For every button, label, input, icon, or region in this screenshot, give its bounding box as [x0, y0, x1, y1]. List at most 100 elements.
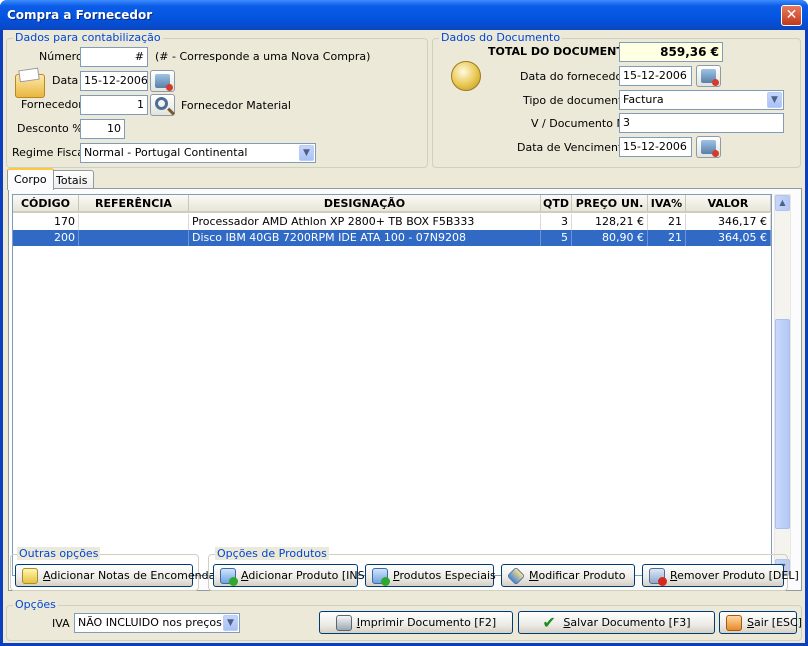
close-button[interactable]: ✕	[781, 5, 802, 26]
cell-codigo: 170	[13, 214, 79, 230]
fornecedor-label: Fornecedor	[21, 98, 83, 111]
opcoes-group: Opções IVA NÃO INCLUIDO nos preços ▼ Imp…	[6, 598, 802, 641]
iva-select[interactable]: NÃO INCLUIDO nos preços ▼	[74, 613, 240, 633]
regime-select[interactable]: Normal - Portugal Continental ▼	[80, 143, 316, 163]
add-product-label: Adicionar Produto [INS]	[241, 569, 369, 582]
close-icon: ✕	[785, 7, 798, 23]
cell-referencia	[79, 214, 189, 230]
contab-group-title: Dados para contabilização	[13, 31, 163, 44]
tipo-value: Factura	[623, 93, 664, 106]
cell-qtd: 5	[541, 230, 572, 246]
tab-totais-label: Totais	[56, 174, 88, 187]
data-fornecedor-label: Data do fornecedor	[520, 70, 627, 83]
chevron-down-icon[interactable]: ▼	[767, 92, 782, 108]
cell-valor: 346,17 €	[686, 214, 771, 230]
data-fornecedor-field[interactable]: 15-12-2006	[619, 66, 692, 86]
col-referencia-header[interactable]: REFERÊNCIA	[79, 195, 189, 213]
regime-value: Normal - Portugal Continental	[84, 146, 248, 159]
total-value: 859,36 €	[619, 42, 723, 62]
save-button[interactable]: ✔ Salvar Documento [F3]	[518, 611, 715, 634]
chevron-down-icon[interactable]: ▼	[299, 145, 314, 161]
table-row-selected[interactable]: 200 Disco IBM 40GB 7200RPM IDE ATA 100 -…	[13, 230, 771, 246]
cell-valor: 364,05 €	[686, 230, 771, 246]
fornecedor-field[interactable]: 1	[80, 95, 148, 115]
vencimento-field[interactable]: 15-12-2006	[619, 137, 692, 157]
col-valor-header[interactable]: VALOR	[686, 195, 771, 213]
scroll-thumb[interactable]	[775, 319, 790, 529]
exit-button[interactable]: Sair [ESC]	[719, 611, 802, 634]
tab-corpo[interactable]: Corpo	[7, 168, 54, 190]
euro-coin-icon	[451, 61, 481, 91]
add-notes-label: Adicionar Notas de Encomenda	[43, 569, 216, 582]
title-bar[interactable]: Compra a Fornecedor ✕	[0, 0, 808, 30]
data-label: Data	[52, 74, 79, 87]
cell-designacao: Disco IBM 40GB 7200RPM IDE ATA 100 - 07N…	[189, 230, 541, 246]
total-label: TOTAL DO DOCUMENTO	[488, 45, 634, 58]
remove-product-icon	[649, 567, 667, 586]
exit-icon	[726, 614, 742, 631]
modify-product-label: Modificar Produto	[529, 569, 626, 582]
col-preco-header[interactable]: PREÇO UN.	[572, 195, 648, 213]
checkmark-icon: ✔	[542, 612, 556, 632]
data-fornecedor-calendar-button[interactable]	[696, 65, 721, 87]
cell-preco: 80,90 €	[572, 230, 648, 246]
print-label: Imprimir Documento [F2]	[356, 616, 497, 629]
produtos-group: Opções de Produtos Adicionar Produto [IN…	[208, 547, 799, 591]
calendar-icon	[701, 140, 719, 157]
exit-label: Sair [ESC]	[747, 616, 802, 629]
tipo-select[interactable]: Factura ▼	[619, 90, 784, 110]
products-grid[interactable]: CÓDIGO REFERÊNCIA DESIGNAÇÃO QTD PREÇO U…	[12, 194, 772, 576]
desconto-field[interactable]: 10	[80, 119, 125, 139]
cell-preco: 128,21 €	[572, 214, 648, 230]
remove-product-label: Remover Produto [DEL]	[670, 569, 799, 582]
folder-documents-icon	[15, 74, 45, 98]
col-iva-header[interactable]: IVA%	[648, 195, 686, 213]
tab-corpo-label: Corpo	[14, 173, 47, 186]
print-button[interactable]: Imprimir Documento [F2]	[319, 611, 513, 634]
special-products-button[interactable]: Produtos Especiais	[365, 564, 496, 587]
scroll-up-icon[interactable]: ▲	[775, 195, 790, 211]
edit-icon	[506, 566, 526, 585]
vencimento-calendar-button[interactable]	[696, 136, 721, 158]
fornecedor-name: Fornecedor Material	[181, 99, 291, 112]
save-label: Salvar Documento [F3]	[563, 616, 691, 629]
window: Compra a Fornecedor ✕ Dados para contabi…	[0, 0, 808, 646]
add-product-icon	[220, 567, 238, 586]
iva-label: IVA	[52, 617, 70, 630]
cell-qtd: 3	[541, 214, 572, 230]
special-products-icon	[372, 567, 390, 586]
cell-codigo: 200	[13, 230, 79, 246]
col-designacao-header[interactable]: DESIGNAÇÃO	[189, 195, 541, 213]
opcoes-group-title: Opções	[13, 598, 58, 611]
vdoc-field[interactable]: 3	[619, 113, 784, 133]
modify-product-button[interactable]: Modificar Produto	[501, 564, 635, 587]
col-qtd-header[interactable]: QTD	[541, 195, 572, 213]
documento-group-title: Dados do Documento	[439, 31, 563, 44]
table-row[interactable]: 170 Processador AMD Athlon XP 2800+ TB B…	[13, 214, 771, 230]
produtos-group-title: Opções de Produtos	[215, 547, 329, 560]
data-field[interactable]: 15-12-2006	[80, 71, 148, 91]
iva-value: NÃO INCLUIDO nos preços	[78, 616, 222, 629]
add-notes-button[interactable]: Adicionar Notas de Encomenda	[15, 564, 215, 587]
chevron-down-icon[interactable]: ▼	[223, 615, 238, 631]
notes-icon	[22, 567, 38, 584]
numero-hint: (# - Corresponde a uma Nova Compra)	[155, 50, 371, 63]
remove-product-button[interactable]: Remover Produto [DEL]	[642, 564, 799, 587]
calendar-icon	[701, 69, 719, 86]
add-product-button[interactable]: Adicionar Produto [INS]	[213, 564, 369, 587]
vencimento-label: Data de Vencimento	[517, 141, 630, 154]
data-calendar-button[interactable]	[150, 70, 175, 92]
numero-field[interactable]: #	[80, 47, 148, 67]
documento-group: Dados do Documento TOTAL DO DOCUMENTO 85…	[432, 31, 801, 168]
cell-referencia	[79, 230, 189, 246]
grid-scrollbar[interactable]: ▲ ▼	[774, 194, 791, 576]
desconto-label: Desconto %	[17, 122, 83, 135]
cell-iva: 21	[648, 214, 686, 230]
vdoc-label: V / Documento Nº	[531, 117, 630, 130]
cell-designacao: Processador AMD Athlon XP 2800+ TB BOX F…	[189, 214, 541, 230]
fornecedor-search-button[interactable]	[150, 94, 175, 116]
window-title: Compra a Fornecedor	[7, 8, 153, 22]
search-icon	[155, 97, 168, 110]
col-codigo-header[interactable]: CÓDIGO	[13, 195, 79, 213]
tab-totais[interactable]: Totais	[49, 170, 95, 190]
